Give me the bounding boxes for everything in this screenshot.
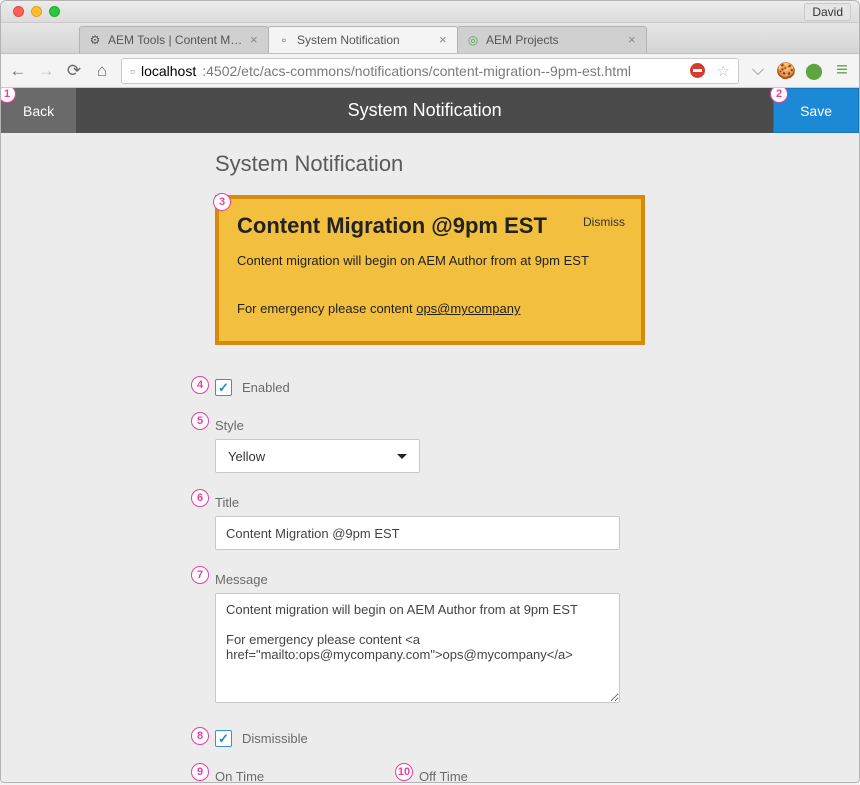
close-icon[interactable]: × xyxy=(250,35,260,45)
enabled-checkbox[interactable] xyxy=(215,379,232,396)
page-title: System Notification xyxy=(215,151,681,177)
address-bar[interactable]: ▫︎ localhost :4502/etc/acs-commons/notifi… xyxy=(121,58,739,84)
preview-body-line: For emergency please content xyxy=(237,301,416,316)
dismissible-checkbox[interactable] xyxy=(215,730,232,747)
annotation-badge: 8 xyxy=(191,727,209,745)
browser-tab[interactable]: ▫︎ System Notification × xyxy=(268,26,458,53)
browser-tab[interactable]: ⚙︎ AEM Tools | Content Migra × xyxy=(79,26,269,53)
minimize-window-icon[interactable] xyxy=(31,6,42,17)
favicon-icon: ⚙︎ xyxy=(88,33,102,47)
form-content: System Notification 3 Content Migration … xyxy=(1,133,681,783)
profile-badge[interactable]: David xyxy=(804,3,851,21)
toolbar: ← → ⟳ ⌂ ▫︎ localhost :4502/etc/acs-common… xyxy=(1,54,859,88)
back-icon[interactable]: ← xyxy=(9,61,27,81)
on-time-label: On Time xyxy=(215,769,379,783)
evernote-icon[interactable]: ⬤ xyxy=(805,62,823,80)
favicon-icon: ◎ xyxy=(466,33,480,47)
enabled-label: Enabled xyxy=(242,380,290,395)
style-label: Style xyxy=(215,418,681,433)
tab-title: AEM Projects xyxy=(486,33,622,47)
dismissible-label: Dismissible xyxy=(242,731,308,746)
url-path: :4502/etc/acs-commons/notifications/cont… xyxy=(202,63,631,79)
annotation-badge: 9 xyxy=(191,763,209,781)
message-label: Message xyxy=(215,572,681,587)
annotation-badge: 7 xyxy=(191,566,209,584)
browser-window: David ⚙︎ AEM Tools | Content Migra × ▫︎ … xyxy=(0,0,860,783)
annotation-badge: 4 xyxy=(191,376,209,394)
window-titlebar: David xyxy=(1,1,859,23)
preview-body-line: Content migration will begin on AEM Auth… xyxy=(237,253,589,268)
notification-preview: 3 Content Migration @9pm EST Dismiss Con… xyxy=(215,195,645,345)
favicon-icon: ▫︎ xyxy=(277,33,291,47)
title-input[interactable] xyxy=(215,516,620,550)
dismissible-row: 8 Dismissible xyxy=(215,730,681,747)
preview-body: Content migration will begin on AEM Auth… xyxy=(237,249,623,321)
off-time-group: 10 Off Time xyxy=(419,769,583,783)
title-label: Title xyxy=(215,495,681,510)
app-header: 1 Back System Notification 2 Save xyxy=(1,88,859,133)
close-icon[interactable]: × xyxy=(628,35,638,45)
style-select-value: Yellow xyxy=(228,449,265,464)
tab-title: AEM Tools | Content Migra xyxy=(108,33,244,47)
adblock-icon[interactable] xyxy=(690,63,705,78)
enabled-row: 4 Enabled xyxy=(215,379,681,396)
tab-strip: ⚙︎ AEM Tools | Content Migra × ▫︎ System… xyxy=(1,23,859,54)
browser-tab[interactable]: ◎ AEM Projects × xyxy=(457,26,647,53)
forward-icon[interactable]: → xyxy=(37,61,55,81)
menu-icon[interactable]: ≡ xyxy=(833,62,851,80)
bookmark-star-icon[interactable]: ☆ xyxy=(717,62,730,80)
app-viewport: 1 Back System Notification 2 Save System… xyxy=(1,88,859,783)
preview-title: Content Migration @9pm EST xyxy=(237,213,623,239)
file-icon: ▫︎ xyxy=(130,63,135,79)
pocket-icon[interactable]: ⌵ xyxy=(749,62,767,80)
on-time-group: 9 On Time xyxy=(215,769,379,783)
dismiss-link[interactable]: Dismiss xyxy=(583,215,625,229)
message-textarea[interactable] xyxy=(215,593,620,703)
close-window-icon[interactable] xyxy=(13,6,24,17)
close-icon[interactable]: × xyxy=(439,35,449,45)
style-select[interactable]: Yellow xyxy=(215,439,420,473)
cookie-icon[interactable]: 🍪 xyxy=(777,62,795,80)
annotation-badge: 6 xyxy=(191,489,209,507)
message-row: 7 Message xyxy=(215,572,681,708)
url-host: localhost xyxy=(141,63,196,79)
home-icon[interactable]: ⌂ xyxy=(93,61,111,81)
off-time-label: Off Time xyxy=(419,769,583,783)
preview-email-link[interactable]: ops@mycompany xyxy=(416,301,520,316)
title-row: 6 Title xyxy=(215,495,681,550)
annotation-badge: 3 xyxy=(213,193,231,211)
reload-icon[interactable]: ⟳ xyxy=(65,61,83,81)
style-row: 5 Style Yellow xyxy=(215,418,681,473)
annotation-badge: 10 xyxy=(395,763,413,781)
time-row: 9 On Time 10 Off Time xyxy=(215,769,681,783)
traffic-lights xyxy=(13,6,60,17)
tab-title: System Notification xyxy=(297,33,433,47)
page-header-title: System Notification xyxy=(76,100,773,121)
maximize-window-icon[interactable] xyxy=(49,6,60,17)
annotation-badge: 5 xyxy=(191,412,209,430)
